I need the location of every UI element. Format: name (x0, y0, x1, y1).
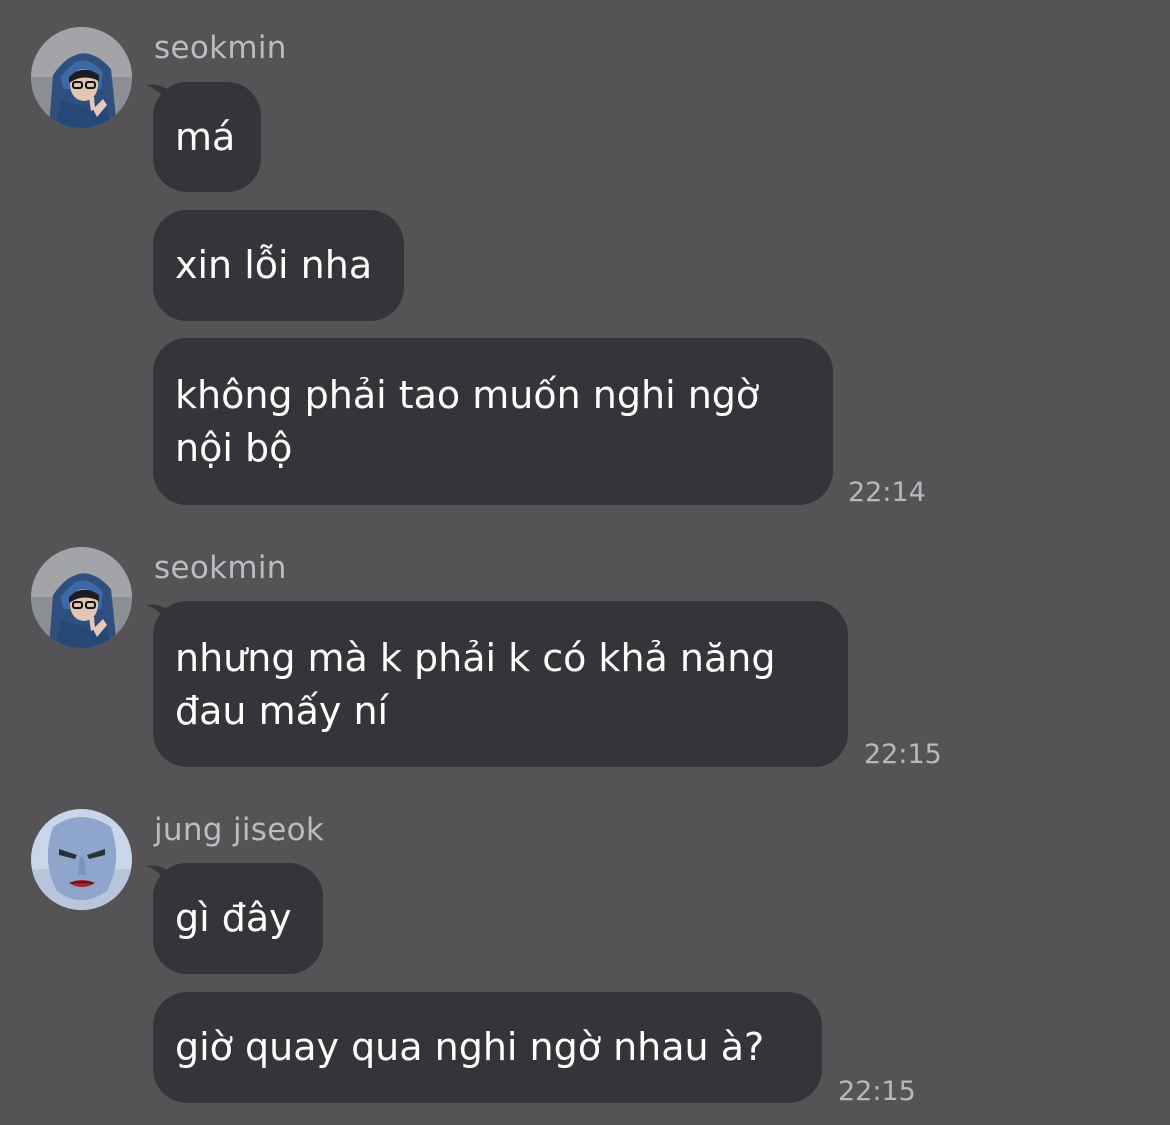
sender-name: jung jiseok (154, 812, 325, 848)
message-bubble[interactable]: gì đây (153, 863, 323, 974)
sender-name: seokmin (154, 30, 287, 66)
message-bubble[interactable]: không phải tao muốn nghi ngờ nội bộ (153, 338, 833, 505)
message-timestamp: 22:14 (848, 477, 926, 508)
message-text: nhưng mà k phải k có khả năng đau mấy ní (175, 636, 776, 733)
sender-avatar[interactable] (31, 809, 132, 910)
pale-face-avatar-icon (31, 809, 132, 910)
message-text: giờ quay qua nghi ngờ nhau à? (175, 1025, 765, 1069)
hooded-person-avatar-icon (31, 27, 132, 128)
chat-thread: seokmin má xin lỗi nha không phải tao mu… (0, 0, 1170, 1125)
message-text: gì đây (175, 896, 292, 940)
message-text: má (175, 114, 236, 159)
message-timestamp: 22:15 (838, 1076, 916, 1107)
message-bubble[interactable]: xin lỗi nha (153, 210, 404, 321)
message-timestamp: 22:15 (864, 739, 942, 770)
sender-name: seokmin (154, 550, 287, 586)
message-text: không phải tao muốn nghi ngờ nội bộ (175, 373, 760, 470)
message-bubble[interactable]: nhưng mà k phải k có khả năng đau mấy ní (153, 601, 848, 767)
hooded-person-avatar-icon (31, 547, 132, 648)
message-text: xin lỗi nha (175, 243, 373, 287)
sender-avatar[interactable] (31, 27, 132, 128)
message-bubble[interactable]: má (153, 82, 261, 192)
message-bubble[interactable]: giờ quay qua nghi ngờ nhau à? (153, 992, 822, 1103)
sender-avatar[interactable] (31, 547, 132, 648)
